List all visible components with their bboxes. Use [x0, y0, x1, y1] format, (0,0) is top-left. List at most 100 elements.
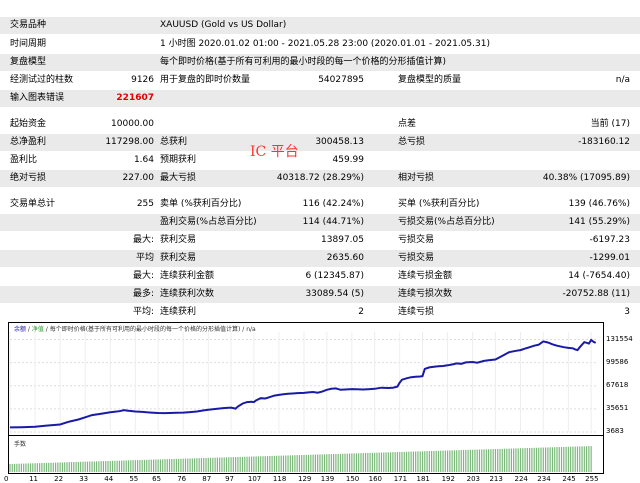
value-symbol: XAUUSD (Gold vs US Dollar)	[160, 20, 287, 30]
value-errors: 221607	[116, 93, 154, 103]
x-tick-label: 118	[272, 475, 287, 483]
label-errors: 输入图表错误	[10, 93, 65, 103]
x-tick-label: 181	[416, 475, 430, 483]
x-tick-label: 129	[298, 475, 312, 483]
label-avg-cons-losses: 连续亏损	[398, 307, 435, 317]
row-most-cons: 最多: 连续获利次数 33089.54 (5) 连续亏损次数 -20752.88…	[0, 286, 640, 303]
label-max-cons-losses: 连续亏损金额	[398, 271, 453, 281]
label-avg2: 平均:	[132, 307, 154, 317]
label-profit-trades: 盈利交易(%占总百分比)	[160, 217, 257, 227]
x-tick-label: 255	[585, 475, 599, 483]
label-average-loss: 亏损交易	[398, 253, 435, 263]
row-profit-trades: 盈利交易(%占总百分比) 114 (44.71%) 亏损交易(%占总百分比) 1…	[0, 214, 640, 231]
value-period: 1 小时图 2020.01.02 01:00 - 2021.05.28 23:0…	[160, 39, 490, 49]
label-average: 平均	[135, 253, 154, 263]
y-tick-label: 99586	[606, 357, 629, 366]
value-long: 139 (46.76%)	[568, 199, 630, 209]
x-tick-label: 234	[537, 475, 551, 483]
value-most-cons-profit: 33089.54 (5)	[305, 289, 364, 299]
x-tick-label: 150	[345, 475, 360, 483]
label-largest: 最大:	[132, 235, 154, 245]
x-tick-label: 192	[441, 475, 455, 483]
watermark-text: IC 平台	[250, 144, 299, 160]
value-gross-loss: -183160.12	[578, 137, 630, 147]
chart-legend: 余额 / 净值 / 每个即时价格(基于所有可利用的最小时段的每一个价格的分形插值…	[14, 324, 256, 333]
value-average-loss: -1299.01	[589, 253, 630, 263]
value-avg-cons-wins: 2	[358, 307, 364, 317]
value-most-cons-loss: -20752.88 (11)	[562, 289, 630, 299]
x-tick-label: 171	[393, 475, 408, 483]
value-gross-profit: 300458.13	[315, 137, 364, 147]
x-tick-label: 213	[489, 475, 503, 483]
label-most-cons-profit: 连续获利次数	[160, 289, 215, 299]
y-tick-label: 3683	[606, 427, 624, 435]
label-model: 复盘模型	[10, 57, 47, 67]
label-gross-loss: 总亏损	[398, 137, 426, 147]
row-max-cons: 最大: 连续获利金额 6 (12345.87) 连续亏损金额 14 (-7654…	[0, 268, 640, 285]
row-average: 平均 获利交易 2635.60 亏损交易 -1299.01	[0, 250, 640, 267]
x-tick-label: 44	[104, 475, 114, 483]
label-loss-trades: 亏损交易(%占总百分比)	[398, 217, 495, 227]
row-net: 总净盈利 117298.00 总获利 300458.13 总亏损 -183160…	[0, 134, 640, 151]
x-tick-label: 160	[368, 475, 383, 483]
row-avg-cons: 平均: 连续获利 2 连续亏损 3	[0, 304, 640, 321]
label-abs-dd: 绝对亏损	[10, 173, 47, 183]
row-errors: 输入图表错误 221607	[0, 90, 640, 107]
label-quality: 复盘模型的质量	[398, 75, 462, 85]
x-tick-label: 97	[225, 475, 234, 483]
x-tick-label: 65	[152, 475, 162, 483]
volume-label: 手数	[14, 441, 27, 448]
x-tick-label: 87	[202, 475, 212, 483]
x-tick-label: 107	[247, 475, 262, 483]
value-profit-trades: 114 (44.71%)	[302, 217, 364, 227]
label-ticks: 用于复盘的即时价数量	[160, 75, 251, 85]
label-rel-dd: 相对亏损	[398, 173, 435, 183]
value-quality: n/a	[615, 75, 630, 85]
x-tick-label: 11	[29, 475, 38, 483]
value-net: 117298.00	[105, 137, 154, 147]
row-bars: 经测试过的柱数 9126 用于复盘的即时价数量 54027895 复盘模型的质量…	[0, 72, 640, 89]
label-largest-loss: 亏损交易	[398, 235, 435, 245]
row-pf: 盈利比 1.64 预期获利 459.99	[0, 152, 640, 169]
x-tick-label: 224	[514, 475, 528, 483]
label-max: 最大:	[132, 271, 154, 281]
value-max-cons-losses: 14 (-7654.40)	[568, 271, 630, 281]
label-most-cons-loss: 连续亏损次数	[398, 289, 453, 299]
value-abs-dd: 227.00	[122, 173, 155, 183]
label-pf: 盈利比	[10, 155, 38, 165]
label-max-cons-wins: 连续获利金额	[160, 271, 215, 281]
balance-chart	[8, 322, 604, 474]
x-tick-label: 55	[129, 475, 139, 483]
label-trades: 交易单总计	[10, 199, 56, 209]
label-long: 买单 (%获利百分比)	[398, 199, 480, 209]
row-period: 时间周期 1 小时图 2020.01.02 01:00 - 2021.05.28…	[0, 36, 640, 53]
value-max-dd: 40318.72 (28.29%)	[276, 173, 364, 183]
label-avg-cons-wins: 连续获利	[160, 307, 197, 317]
x-tick-label: 0	[4, 475, 9, 483]
value-spread: 当前 (17)	[590, 119, 630, 129]
y-tick-label: 35651	[606, 403, 629, 412]
y-tick-label: 67618	[606, 380, 629, 389]
label-spread: 点差	[398, 119, 417, 129]
x-tick-label: 22	[54, 475, 64, 483]
value-model: 每个即时价格(基于所有可利用的最小时段的每一个价格的分形插值计算)	[160, 57, 447, 67]
value-rel-dd: 40.38% (17095.89)	[542, 173, 630, 183]
row-drawdown: 绝对亏损 227.00 最大亏损 40318.72 (28.29%) 相对亏损 …	[0, 170, 640, 187]
label-average-profit: 获利交易	[160, 253, 197, 263]
x-tick-label: 139	[320, 475, 335, 483]
x-tick-label: 33	[79, 475, 89, 483]
value-largest-profit: 13897.05	[321, 235, 364, 245]
legend-equity: 净值	[31, 326, 44, 333]
y-tick-label: 131554	[606, 334, 633, 343]
value-ticks: 54027895	[318, 75, 364, 85]
label-net: 总净盈利	[10, 137, 47, 147]
label-deposit: 起始资金	[10, 119, 47, 129]
row-symbol: 交易品种 XAUUSD (Gold vs US Dollar)	[0, 17, 640, 34]
value-short: 116 (42.24%)	[302, 199, 364, 209]
value-loss-trades: 141 (55.29%)	[568, 217, 630, 227]
label-period: 时间周期	[10, 39, 47, 49]
label-ep: 预期获利	[160, 155, 197, 165]
label-short: 卖单 (%获利百分比)	[160, 199, 242, 209]
value-pf: 1.64	[133, 155, 154, 165]
row-largest: 最大: 获利交易 13897.05 亏损交易 -6197.23	[0, 232, 640, 249]
